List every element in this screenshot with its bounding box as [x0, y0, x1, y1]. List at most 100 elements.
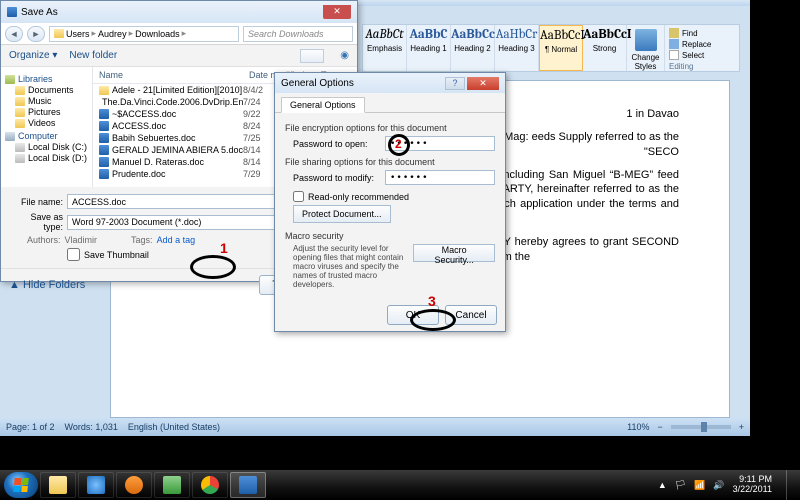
- taskbar-app[interactable]: [154, 472, 190, 498]
- taskbar: ▲ 🏳 📶 🔊 9:11 PM 3/22/2011: [0, 470, 800, 500]
- forward-button[interactable]: ►: [27, 26, 45, 42]
- save-as-toolbar: Organize ▾ New folder ◉: [1, 45, 357, 67]
- editing-group: Find Replace Select Editing: [665, 25, 725, 71]
- save-thumbnail-checkbox[interactable]: [67, 248, 80, 261]
- tree-videos[interactable]: Videos: [15, 118, 90, 128]
- password-modify-label: Password to modify:: [293, 173, 379, 183]
- folder-icon: [54, 29, 64, 38]
- protect-document-button[interactable]: Protect Document...: [293, 205, 391, 223]
- password-open-input[interactable]: ••••••: [385, 136, 495, 151]
- tray-volume-icon[interactable]: 🔊: [713, 480, 724, 491]
- tree-disk-d[interactable]: Local Disk (D:): [15, 153, 90, 163]
- tree-computer[interactable]: Computer: [5, 131, 90, 141]
- status-zoom[interactable]: 110%: [627, 422, 649, 432]
- close-button[interactable]: ✕: [323, 5, 351, 19]
- word-doc-icon: [99, 169, 109, 179]
- nav-bar: ◄ ► Users▸ Audrey▸ Downloads▸ Search Dow…: [1, 23, 357, 45]
- readonly-checkbox[interactable]: [293, 191, 304, 202]
- password-modify-input[interactable]: ••••••: [385, 170, 495, 185]
- password-open-label: Password to open:: [293, 139, 379, 149]
- start-button[interactable]: [4, 472, 38, 498]
- genopt-tabs: General Options: [275, 93, 505, 113]
- word-doc-icon: [99, 157, 109, 167]
- zoom-slider[interactable]: [671, 425, 731, 429]
- style-heading1[interactable]: AaBbCHeading 1: [407, 25, 451, 71]
- taskbar-mediaplayer[interactable]: [116, 472, 152, 498]
- disk-icon: [15, 154, 25, 163]
- col-name[interactable]: Name: [93, 67, 243, 83]
- taskbar-word[interactable]: [230, 472, 266, 498]
- chrome-icon: [201, 476, 219, 494]
- taskbar-clock[interactable]: 9:11 PM 3/22/2011: [733, 475, 772, 495]
- select-button[interactable]: Select: [669, 50, 721, 60]
- system-tray[interactable]: ▲ 🏳 📶 🔊 9:11 PM 3/22/2011: [658, 470, 796, 500]
- tab-general-options[interactable]: General Options: [281, 97, 365, 113]
- file-name: Manuel D. Rateras.doc: [112, 157, 204, 167]
- word-doc-icon: [99, 145, 109, 155]
- style-normal[interactable]: AaBbCcI¶ Normal: [539, 25, 583, 71]
- organize-button[interactable]: Organize ▾: [9, 50, 57, 61]
- folder-tree[interactable]: Libraries Documents Music Pictures Video…: [1, 67, 93, 187]
- style-strong[interactable]: AaBbCcIStrong: [583, 25, 627, 71]
- genopt-titlebar[interactable]: General Options ? ✕: [275, 73, 505, 93]
- style-heading3[interactable]: AaHbCrHeading 3: [495, 25, 539, 71]
- help-button[interactable]: ?: [445, 77, 465, 90]
- savetype-label: Save as type:: [9, 212, 63, 232]
- tray-icon[interactable]: ▲: [658, 480, 667, 490]
- breadcrumb-seg[interactable]: Downloads: [135, 29, 180, 39]
- status-language[interactable]: English (United States): [128, 422, 220, 432]
- save-thumbnail-label: Save Thumbnail: [84, 250, 149, 260]
- taskbar-explorer[interactable]: [40, 472, 76, 498]
- save-as-titlebar[interactable]: Save As ✕: [1, 1, 357, 23]
- select-icon: [669, 50, 679, 60]
- zoom-out-button[interactable]: −: [657, 422, 662, 432]
- breadcrumb[interactable]: Users▸ Audrey▸ Downloads▸: [49, 26, 239, 42]
- word-doc-icon: [99, 109, 109, 119]
- back-button[interactable]: ◄: [5, 26, 23, 42]
- tree-music[interactable]: Music: [15, 96, 90, 106]
- find-button[interactable]: Find: [669, 28, 721, 38]
- search-input[interactable]: Search Downloads: [243, 26, 353, 42]
- style-emphasis[interactable]: AaBbCtEmphasis: [363, 25, 407, 71]
- tree-documents[interactable]: Documents: [15, 85, 90, 95]
- show-desktop-button[interactable]: [786, 470, 796, 500]
- tree-pictures[interactable]: Pictures: [15, 107, 90, 117]
- word-statusbar: Page: 1 of 2 Words: 1,031 English (Unite…: [0, 418, 750, 436]
- word-doc-icon: [99, 121, 109, 131]
- ie-icon: [87, 476, 105, 494]
- zoom-in-button[interactable]: +: [739, 422, 744, 432]
- taskbar-ie[interactable]: [78, 472, 114, 498]
- hide-folders-button[interactable]: ▲ Hide Folders: [9, 279, 85, 291]
- encryption-section-label: File encryption options for this documen…: [285, 123, 495, 133]
- tray-network-icon[interactable]: 📶: [694, 480, 705, 491]
- breadcrumb-seg[interactable]: Audrey: [98, 29, 127, 39]
- file-name: GERALD JEMINA ABIERA 5.doc: [112, 145, 243, 155]
- tags-label: Tags:: [131, 235, 153, 245]
- tags-value[interactable]: Add a tag: [157, 235, 196, 245]
- taskbar-chrome[interactable]: [192, 472, 228, 498]
- style-heading2[interactable]: AaBbCcHeading 2: [451, 25, 495, 71]
- help-icon[interactable]: ◉: [340, 50, 349, 61]
- disk-icon: [15, 143, 25, 152]
- status-page[interactable]: Page: 1 of 2: [6, 422, 55, 432]
- find-icon: [669, 28, 679, 38]
- view-button[interactable]: [300, 49, 324, 63]
- tray-flag-icon[interactable]: 🏳: [675, 480, 686, 491]
- file-name: Adele - 21[Limited Edition][2010]: [112, 85, 242, 95]
- status-words[interactable]: Words: 1,031: [65, 422, 118, 432]
- authors-value[interactable]: Vladimir: [65, 235, 98, 245]
- ok-button[interactable]: OK: [387, 305, 439, 325]
- replace-button[interactable]: Replace: [669, 39, 721, 49]
- macro-security-button[interactable]: Macro Security...: [413, 244, 495, 262]
- new-folder-button[interactable]: New folder: [69, 50, 117, 61]
- change-styles-button[interactable]: Change Styles: [627, 25, 665, 71]
- word-icon: [239, 476, 257, 494]
- replace-icon: [669, 39, 679, 49]
- cancel-button[interactable]: Cancel: [445, 305, 497, 325]
- tree-disk-c[interactable]: Local Disk (C:): [15, 142, 90, 152]
- file-name: Babih Sebuertes.doc: [112, 133, 196, 143]
- breadcrumb-seg[interactable]: Users: [66, 29, 90, 39]
- folder-icon: [15, 108, 25, 117]
- close-button[interactable]: ✕: [467, 77, 499, 90]
- tree-libraries[interactable]: Libraries: [5, 74, 90, 84]
